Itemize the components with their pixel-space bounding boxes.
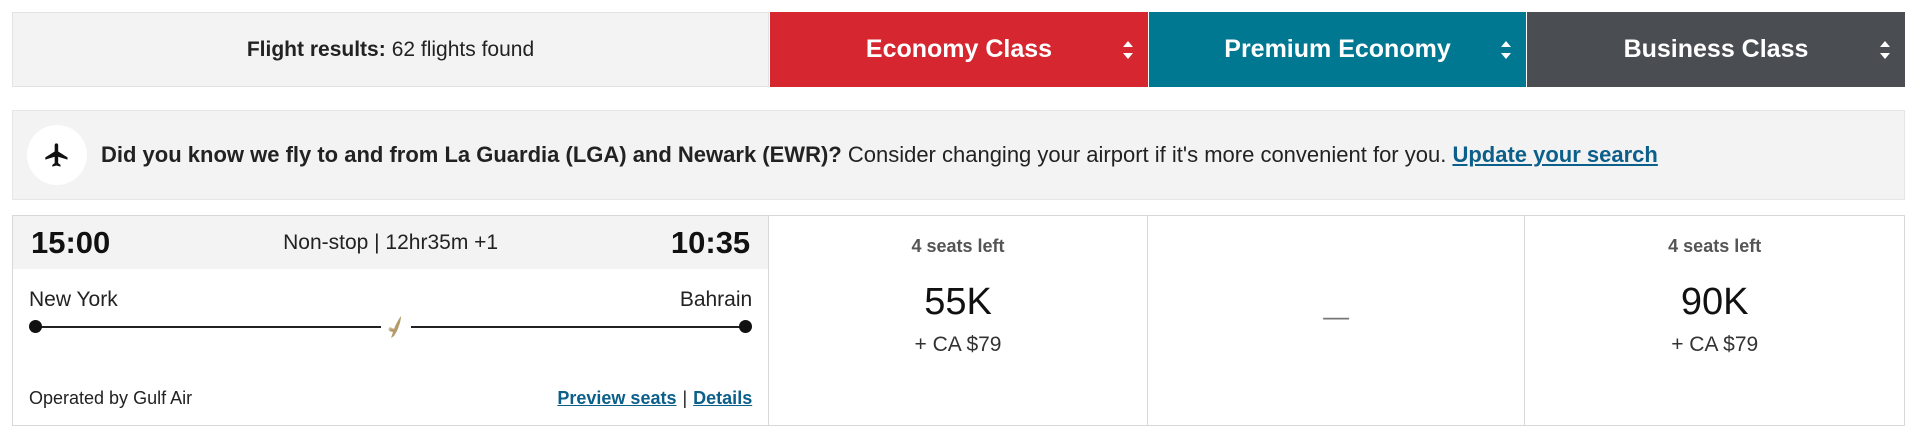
sort-icon	[1122, 38, 1134, 62]
destination-city: Bahrain	[679, 288, 753, 311]
tab-business-label: Business Class	[1623, 35, 1809, 63]
fare-business[interactable]: 4 seats left 90K + CA $79	[1525, 216, 1904, 425]
banner-bold-text: Did you know we fly to and from La Guard…	[101, 142, 842, 167]
fare-tax: + CA $79	[914, 333, 1002, 356]
details-link[interactable]: Details	[693, 388, 752, 408]
results-label: Flight results:	[246, 37, 386, 61]
fare-points: 90K	[1680, 281, 1749, 323]
sort-icon	[1500, 38, 1512, 62]
link-separator: |	[682, 388, 688, 408]
update-search-link[interactable]: Update your search	[1452, 142, 1657, 167]
results-count: 62 flights found	[391, 37, 535, 61]
destination-dot	[739, 320, 753, 333]
fare-points: 55K	[924, 281, 992, 323]
flight-result-row: 15:00 Non-stop | 12hr35m +1 10:35 New Yo…	[12, 215, 1905, 426]
fare-tax: + CA $79	[1671, 333, 1759, 356]
sort-icon	[1879, 38, 1891, 62]
tab-business-class[interactable]: Business Class	[1526, 12, 1905, 87]
departure-time: 15:00	[31, 224, 111, 260]
flight-times-bar: 15:00 Non-stop | 12hr35m +1 10:35	[13, 216, 769, 269]
info-banner: Did you know we fly to and from La Guard…	[12, 110, 1905, 200]
flight-info: 15:00 Non-stop | 12hr35m +1 10:35 New Yo…	[13, 216, 770, 425]
plane-icon	[27, 125, 87, 185]
arrival-time: 10:35	[670, 224, 751, 260]
origin-dot	[29, 320, 42, 333]
route-cities: New York Bahrain	[29, 288, 752, 312]
seats-left: 4 seats left	[1668, 236, 1762, 256]
flight-links: Preview seats | Details	[557, 388, 752, 409]
tab-premium-economy[interactable]: Premium Economy	[1148, 12, 1526, 87]
results-summary: Flight results: 62 flights found	[12, 12, 769, 87]
tab-economy-class[interactable]: Economy Class	[769, 12, 1148, 87]
banner-message: Did you know we fly to and from La Guard…	[101, 142, 1658, 168]
fare-unavailable: —	[1323, 301, 1350, 331]
seats-left: 4 seats left	[911, 236, 1005, 256]
tab-economy-label: Economy Class	[865, 35, 1053, 63]
results-header: Flight results: 62 flights found Economy…	[12, 12, 1905, 87]
tab-premium-label: Premium Economy	[1224, 35, 1451, 63]
fare-economy[interactable]: 4 seats left 55K + CA $79	[769, 216, 1148, 425]
banner-text: Consider changing your airport if it's m…	[841, 142, 1453, 167]
fare-premium-economy: —	[1148, 216, 1526, 425]
preview-seats-link[interactable]: Preview seats	[557, 388, 676, 408]
flight-duration: Non-stop | 12hr35m +1	[283, 230, 499, 254]
airline-logo-icon	[381, 312, 411, 342]
operated-by: Operated by Gulf Air	[29, 388, 193, 408]
origin-city: New York	[29, 288, 118, 311]
